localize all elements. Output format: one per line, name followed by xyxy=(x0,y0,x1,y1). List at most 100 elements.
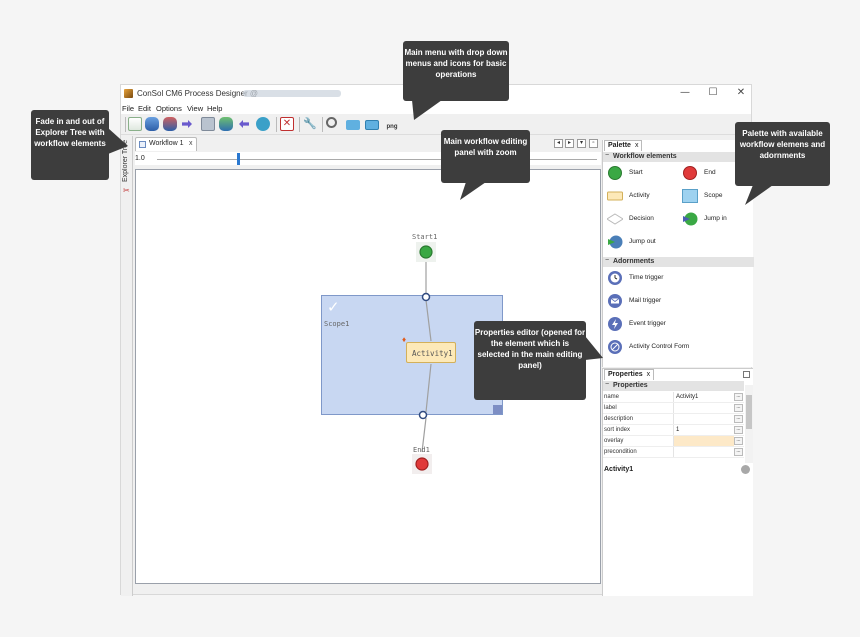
maximize-button[interactable]: ☐ xyxy=(706,86,720,100)
database-sync-icon[interactable] xyxy=(219,117,233,131)
property-key: sort index xyxy=(604,427,631,433)
start-circle-icon xyxy=(608,166,622,180)
property-row-name: name Activity1 ... xyxy=(603,392,744,403)
connector-scope-activity[interactable] xyxy=(425,299,432,342)
end-node-icon[interactable] xyxy=(415,457,429,471)
zoom-icon[interactable] xyxy=(326,117,337,128)
scope-entry-port[interactable] xyxy=(421,292,431,302)
properties-scroll-thumb[interactable] xyxy=(746,395,752,429)
property-label-field[interactable] xyxy=(673,403,734,413)
property-key: name xyxy=(604,394,620,400)
callout-properties: Properties editor (opened for the elemen… xyxy=(474,321,586,400)
properties-maximize-button[interactable] xyxy=(743,371,750,378)
start-node-icon[interactable] xyxy=(419,245,433,259)
palette-item-label: Jump in xyxy=(704,215,727,222)
move-right-icon[interactable] xyxy=(182,120,192,128)
property-description-field[interactable] xyxy=(673,414,734,424)
callout-main-menu-pointer xyxy=(412,100,442,120)
maximize-editor-button[interactable]: ▫ xyxy=(589,139,598,148)
section-adornments[interactable]: Adornments xyxy=(603,257,754,267)
palette-item-label: Scope xyxy=(704,192,723,199)
export-icon[interactable] xyxy=(365,120,379,130)
property-edit-button[interactable]: ... xyxy=(734,393,743,401)
palette-close-button[interactable]: x xyxy=(635,142,639,149)
move-left-icon[interactable] xyxy=(239,120,249,128)
tab-list-button[interactable]: ▾ xyxy=(577,139,586,148)
scissors-icon[interactable]: ✂ xyxy=(123,186,130,195)
clock-icon xyxy=(608,271,622,285)
properties-tab[interactable]: Properties x xyxy=(604,369,655,380)
toolbar-separator xyxy=(322,117,323,132)
callout-editing-panel: Main workflow editing panel with zoom xyxy=(441,130,530,183)
end-circle-icon xyxy=(683,166,697,180)
palette-item-label: End xyxy=(704,169,716,176)
delete-icon[interactable]: ✕ xyxy=(280,117,294,131)
tab-scroll-left-button[interactable]: ◂ xyxy=(554,139,563,148)
export-image-icon[interactable] xyxy=(346,120,360,130)
new-workflow-icon[interactable] xyxy=(128,117,142,131)
select-mode-icon[interactable] xyxy=(201,117,215,131)
property-sort-index-field[interactable]: 1 xyxy=(673,425,734,435)
zoom-slider-handle[interactable] xyxy=(237,153,240,165)
tab-workflow-1[interactable]: Workflow 1 x xyxy=(135,137,197,151)
selected-element-name: Activity1 xyxy=(604,466,634,473)
explorer-tree-strip[interactable]: Explorer Tree ✂ xyxy=(121,136,133,596)
properties-close-button[interactable]: x xyxy=(647,371,651,378)
zoom-slider-track[interactable] xyxy=(157,159,597,160)
palette-item-label: Time trigger xyxy=(629,274,664,281)
section-properties[interactable]: Properties xyxy=(603,381,744,391)
callout-editing-pointer xyxy=(460,182,486,200)
window-title: ConSol CM6 Process Designer @ xyxy=(137,89,259,98)
end-node-label: End1 xyxy=(413,446,430,454)
menu-help[interactable]: Help xyxy=(207,104,222,113)
property-edit-button[interactable]: ... xyxy=(734,448,743,456)
palette-tab[interactable]: Palette x xyxy=(604,140,643,151)
callout-explorer-tree: Fade in and out of Explorer Tree with wo… xyxy=(31,110,109,180)
zoom-bar: 1.0 xyxy=(135,152,601,165)
deploy-icon[interactable] xyxy=(256,117,270,131)
property-row-precondition: precondition ... xyxy=(603,447,744,458)
connector-activity-scope[interactable] xyxy=(425,363,432,413)
property-edit-button[interactable]: ... xyxy=(734,426,743,434)
menu-file[interactable]: File xyxy=(122,104,134,113)
palette-tab-label: Palette xyxy=(608,142,631,149)
close-window-button[interactable]: ✕ xyxy=(734,86,748,100)
tab-scroll-right-button[interactable]: ▸ xyxy=(565,139,574,148)
property-key: description xyxy=(604,416,634,422)
mail-icon xyxy=(608,294,622,308)
database-remove-icon[interactable] xyxy=(163,117,177,131)
palette-item-label: Activity Control Form xyxy=(629,343,690,350)
start-node-label: Start1 xyxy=(412,233,438,241)
menu-options[interactable]: Options xyxy=(156,104,182,113)
app-logo-icon xyxy=(124,89,133,98)
activity-node[interactable]: ♦ Activity1 xyxy=(402,335,456,363)
wrench-icon[interactable]: 🔧 xyxy=(303,117,317,131)
toolbar-separator xyxy=(276,117,277,132)
menu-view[interactable]: View xyxy=(187,104,203,113)
property-overlay-field[interactable] xyxy=(673,436,734,446)
activity-rect-icon xyxy=(607,191,623,201)
toolbar-separator xyxy=(299,117,300,132)
properties-tab-label: Properties xyxy=(608,371,643,378)
tab-workflow-1-label: Workflow 1 xyxy=(149,140,184,147)
property-precondition-field[interactable] xyxy=(673,447,734,457)
activity-node-label: Activity1 xyxy=(412,349,453,358)
section-workflow-elements[interactable]: Workflow elements xyxy=(603,152,754,162)
palette-item-label: Mail trigger xyxy=(629,297,662,304)
property-edit-button[interactable]: ... xyxy=(734,404,743,412)
export-png-icon[interactable]: png xyxy=(383,117,401,131)
property-name-field[interactable]: Activity1 xyxy=(673,392,734,402)
properties-scrollbar[interactable] xyxy=(745,385,753,463)
property-edit-button[interactable]: ... xyxy=(734,437,743,445)
database-add-icon[interactable] xyxy=(145,117,159,131)
property-edit-button[interactable]: ... xyxy=(734,415,743,423)
menu-edit[interactable]: Edit xyxy=(138,104,151,113)
tab-close-button[interactable]: x xyxy=(189,140,193,147)
lightning-icon xyxy=(608,317,622,331)
minimize-button[interactable]: — xyxy=(678,86,692,100)
property-key: label xyxy=(604,405,617,411)
process-designer-window: ConSol CM6 Process Designer @ — ☐ ✕ File… xyxy=(120,84,754,596)
editor-tab-bar: Workflow 1 x ◂ ▸ ▾ ▫ xyxy=(135,137,601,151)
callout-palette-pointer xyxy=(745,185,773,205)
scope-exit-port[interactable] xyxy=(418,410,428,420)
